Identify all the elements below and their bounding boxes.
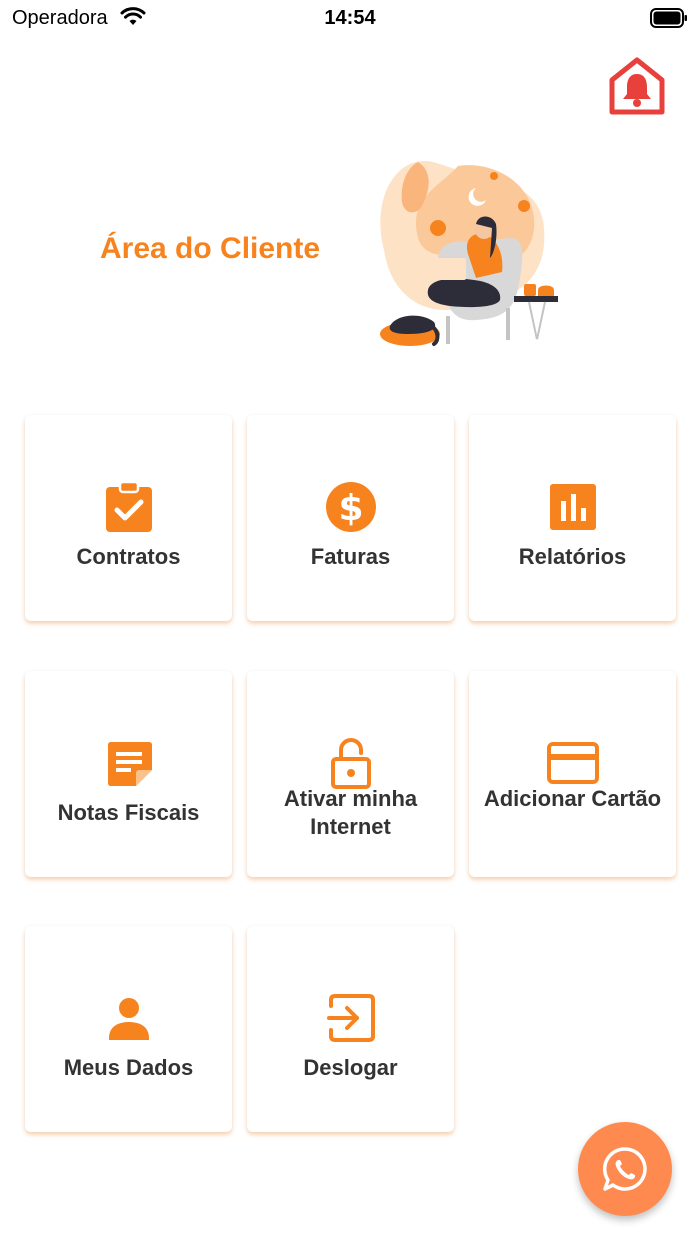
clock: 14:54 bbox=[324, 7, 376, 29]
bar-chart-icon bbox=[549, 484, 596, 530]
lock-open-icon bbox=[330, 738, 371, 789]
menu-card-relatorios[interactable]: Relatórios bbox=[469, 415, 676, 621]
menu-card-deslogar[interactable]: Deslogar bbox=[247, 926, 454, 1132]
menu-card-notas-fiscais[interactable]: Notas Fiscais bbox=[25, 671, 232, 877]
menu-card-label: Deslogar bbox=[303, 1055, 398, 1080]
house-bell-icon[interactable] bbox=[608, 56, 666, 116]
person-icon bbox=[108, 998, 149, 1040]
menu-card-label: Ativar minha Internet bbox=[283, 786, 418, 839]
menu-card-label: Relatórios bbox=[518, 544, 627, 569]
illustration-woman-in-chair bbox=[380, 160, 558, 346]
menu-card-label: Adicionar Cartão bbox=[483, 786, 662, 811]
menu-card-meus-dados[interactable]: Meus Dados bbox=[25, 926, 232, 1132]
menu-card-label: Contratos bbox=[76, 544, 181, 569]
status-bar: Operadora 14:54 bbox=[0, 0, 700, 36]
menu-card-label: Notas Fiscais bbox=[57, 800, 200, 825]
logout-icon bbox=[326, 994, 375, 1042]
menu-card-label: Faturas bbox=[310, 544, 391, 569]
menu-card-label: Meus Dados bbox=[63, 1055, 194, 1080]
clipboard-check-icon bbox=[105, 481, 152, 532]
whatsapp-icon bbox=[602, 1147, 647, 1191]
credit-card-icon bbox=[546, 742, 599, 784]
note-icon bbox=[107, 742, 152, 786]
whatsapp-button[interactable] bbox=[578, 1122, 672, 1216]
menu-card-ativar-internet[interactable]: Ativar minha Internet bbox=[247, 671, 454, 877]
page-title: Área do Cliente bbox=[100, 232, 321, 265]
menu-card-faturas[interactable]: $ Faturas bbox=[247, 415, 454, 621]
menu-card-adicionar-cartao[interactable]: Adicionar Cartão bbox=[469, 671, 676, 877]
svg-text:$: $ bbox=[338, 488, 363, 529]
dollar-circle-icon: $ bbox=[325, 482, 376, 532]
menu-card-contratos[interactable]: Contratos bbox=[25, 415, 232, 621]
battery-icon bbox=[650, 8, 687, 28]
